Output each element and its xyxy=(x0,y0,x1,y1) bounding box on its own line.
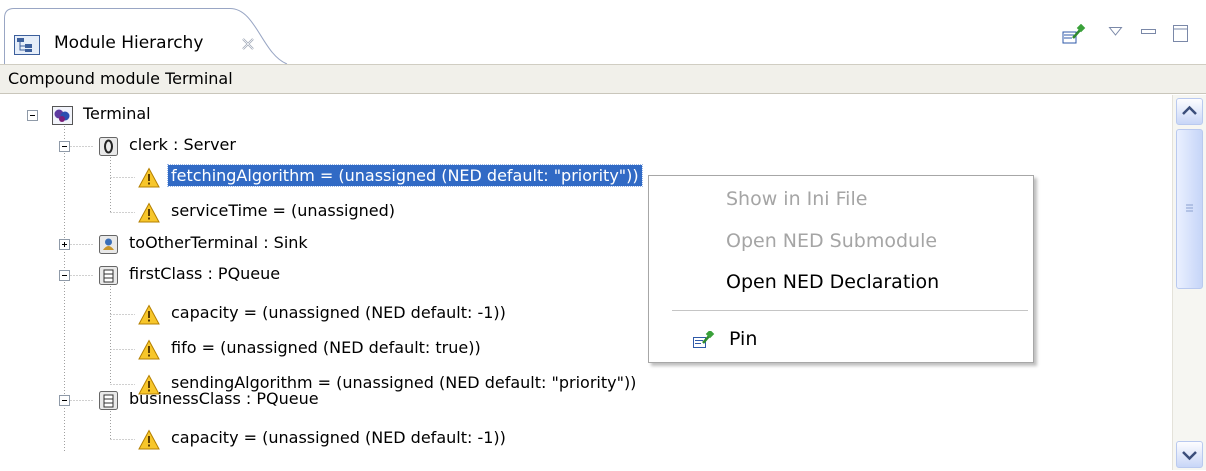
menu-item-open-ned-declaration[interactable]: Open NED Declaration xyxy=(649,265,1033,301)
scroll-thumb[interactable] xyxy=(1176,129,1203,289)
tree-label: firstClass : PQueue xyxy=(129,264,281,283)
vertical-scrollbar[interactable] xyxy=(1172,95,1206,470)
context-menu: Show in Ini File Open NED Submodule Open… xyxy=(648,175,1034,363)
warning-icon xyxy=(138,167,160,189)
menu-item-pin[interactable]: Pin xyxy=(729,328,757,350)
pin-icon[interactable] xyxy=(1062,23,1086,50)
collapse-toggle[interactable] xyxy=(59,270,70,281)
warning-icon xyxy=(138,429,160,451)
maximize-icon[interactable] xyxy=(1172,24,1190,48)
menu-item-open-ned-submodule[interactable]: Open NED Submodule xyxy=(649,224,1033,260)
sink-module-icon xyxy=(98,234,120,256)
collapse-toggle[interactable] xyxy=(27,110,38,121)
tree-row-terminal[interactable]: Terminal xyxy=(0,100,1170,131)
menu-item-label: Show in Ini File xyxy=(726,188,868,210)
tree-label: capacity = (unassigned (NED default: -1)… xyxy=(171,428,506,447)
pin-icon xyxy=(693,329,715,349)
warning-icon xyxy=(138,339,160,361)
tree-label: fetchingAlgorithm = (unassigned (NED def… xyxy=(167,164,643,187)
collapse-toggle[interactable] xyxy=(59,141,70,152)
module-hierarchy-icon xyxy=(14,35,40,55)
tab-title: Module Hierarchy xyxy=(54,33,204,53)
queue-module-icon xyxy=(98,390,120,412)
menu-item-show-in-ini-file[interactable]: Show in Ini File xyxy=(649,182,1033,218)
menu-item-label: Open NED Submodule xyxy=(726,230,938,252)
content-title: Compound module Terminal xyxy=(8,69,233,88)
queue-module-icon xyxy=(98,265,120,287)
collapse-toggle[interactable] xyxy=(59,395,70,406)
warning-icon xyxy=(138,304,160,326)
scroll-up-button[interactable] xyxy=(1176,98,1203,125)
view-tab-bar: Module Hierarchy xyxy=(0,0,1206,64)
minimize-icon[interactable] xyxy=(1140,24,1158,43)
content-title-bar: Compound module Terminal xyxy=(0,64,1206,94)
view-menu-triangle-icon[interactable] xyxy=(1108,24,1124,43)
compound-module-icon xyxy=(52,105,74,127)
tree-label: capacity = (unassigned (NED default: -1)… xyxy=(171,303,506,322)
expand-toggle[interactable] xyxy=(59,239,70,250)
menu-separator xyxy=(672,310,1028,311)
tree-label: serviceTime = (unassigned) xyxy=(171,201,396,220)
tree-label: toOtherTerminal : Sink xyxy=(129,233,308,252)
tab-module-hierarchy[interactable]: Module Hierarchy xyxy=(4,8,288,64)
tree-label: Terminal xyxy=(83,104,151,123)
tree-row-business-class[interactable]: businessClass : PQueue xyxy=(0,385,1170,416)
server-module-icon xyxy=(98,136,120,158)
menu-item-label: Open NED Declaration xyxy=(726,271,940,293)
tree-row-capacity[interactable]: capacity = (unassigned (NED default: -1)… xyxy=(0,424,1170,455)
tree-label: businessClass : PQueue xyxy=(129,389,319,408)
scroll-down-button[interactable] xyxy=(1176,441,1203,468)
tree-row-clerk[interactable]: clerk : Server xyxy=(0,131,1170,162)
warning-icon xyxy=(138,202,160,224)
tree-label: fifo = (unassigned (NED default: true)) xyxy=(171,338,481,357)
tree-label: clerk : Server xyxy=(129,135,236,154)
close-icon[interactable] xyxy=(240,36,256,52)
